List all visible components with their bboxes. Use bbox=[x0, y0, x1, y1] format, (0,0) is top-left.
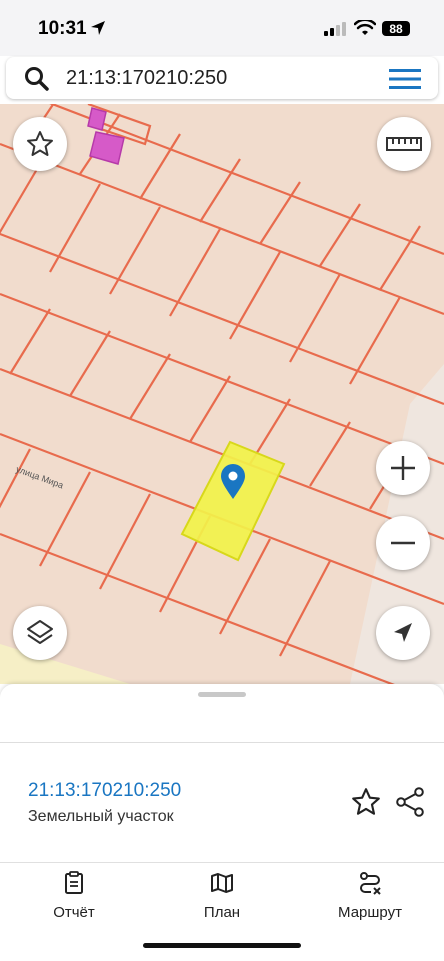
search-icon[interactable] bbox=[24, 66, 50, 92]
share-icon[interactable] bbox=[394, 786, 426, 818]
layers-button[interactable] bbox=[13, 606, 67, 660]
wifi-icon bbox=[354, 20, 376, 35]
battery-level: 88 bbox=[389, 21, 403, 36]
my-location-button[interactable] bbox=[376, 606, 430, 660]
minus-icon bbox=[391, 541, 415, 545]
tab-route[interactable]: Маршрут bbox=[310, 871, 430, 931]
favorite-map-button[interactable] bbox=[13, 117, 67, 171]
location-arrow-icon bbox=[91, 21, 105, 35]
cadastral-map[interactable] bbox=[0, 104, 444, 684]
search-bar[interactable]: 21:13:170210:250 bbox=[6, 57, 438, 99]
zoom-out-button[interactable] bbox=[376, 516, 430, 570]
battery-indicator: 88 bbox=[382, 21, 410, 36]
favorite-star-icon[interactable] bbox=[350, 786, 382, 818]
layers-icon bbox=[27, 620, 53, 644]
report-icon bbox=[65, 871, 83, 894]
home-indicator bbox=[143, 943, 301, 948]
navigation-arrow-icon bbox=[394, 623, 412, 642]
plus-icon bbox=[391, 456, 415, 480]
map-view[interactable]: улица Мира bbox=[0, 104, 444, 684]
tab-plan-label: План bbox=[203, 904, 241, 921]
bottom-tab-bar: Отчёт План Маршрут bbox=[0, 862, 444, 961]
status-time: 10:31 bbox=[38, 18, 87, 39]
tab-plan[interactable]: План bbox=[162, 871, 282, 931]
tab-route-label: Маршрут bbox=[338, 904, 402, 921]
sheet-drag-handle[interactable] bbox=[198, 692, 246, 697]
ruler-button[interactable] bbox=[377, 117, 431, 171]
star-icon bbox=[27, 131, 53, 156]
cadastral-number-link[interactable]: 21:13:170210:250 bbox=[28, 780, 181, 802]
zoom-in-button[interactable] bbox=[376, 441, 430, 495]
search-input[interactable]: 21:13:170210:250 bbox=[66, 67, 227, 90]
tab-report[interactable]: Отчёт bbox=[14, 871, 134, 931]
map-plan-icon bbox=[211, 873, 233, 893]
tab-report-label: Отчёт bbox=[53, 904, 95, 921]
status-bar: 10:31 88 bbox=[0, 0, 444, 56]
parcel-info-sheet[interactable]: 21:13:170210:250 Земельный участок bbox=[0, 684, 444, 864]
route-icon bbox=[360, 872, 381, 895]
ruler-icon bbox=[386, 137, 422, 151]
map-pin-icon[interactable] bbox=[220, 464, 246, 500]
parcel-type-label: Земельный участок bbox=[28, 808, 174, 825]
menu-icon[interactable] bbox=[388, 67, 422, 91]
cellular-signal-icon bbox=[324, 22, 346, 36]
sheet-divider bbox=[0, 742, 444, 743]
